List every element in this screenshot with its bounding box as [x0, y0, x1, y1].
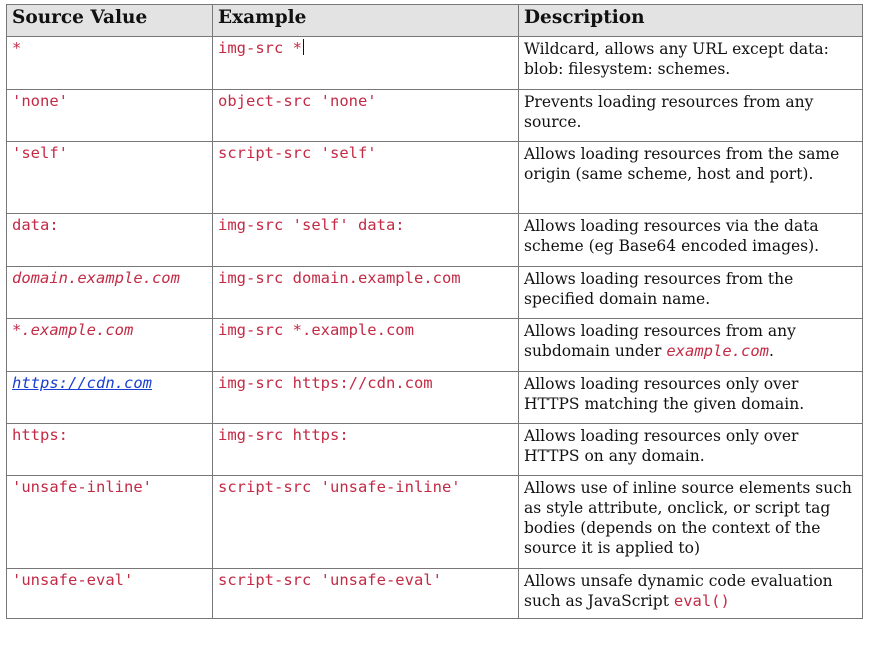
table-row: 'unsafe-inline' script-src 'unsafe-inlin…: [6, 475, 863, 569]
example-cell: img-src domain.example.com: [212, 266, 519, 319]
header-source-value: Source Value: [6, 4, 213, 37]
description-suffix: .: [768, 342, 774, 360]
description-cell: Allows loading resources only over HTTPS…: [518, 371, 863, 424]
source-value-cell: https://cdn.com: [6, 371, 213, 424]
table-row: *.example.com img-src *.example.com Allo…: [6, 318, 863, 372]
table-row: data: img-src 'self' data: Allows loadin…: [6, 213, 863, 267]
source-value-cell: *: [6, 36, 213, 90]
description-cell: Allows loading resources via the data sc…: [518, 213, 863, 267]
header-description: Description: [518, 4, 863, 37]
example-cell: script-src 'unsafe-inline': [212, 475, 519, 569]
example-cell: img-src https://cdn.com: [212, 371, 519, 424]
header-example: Example: [212, 4, 519, 37]
example-text: img-src *: [218, 39, 302, 57]
cdn-link[interactable]: https://cdn.com: [12, 374, 152, 392]
description-cell: Allows unsafe dynamic code evaluation su…: [518, 568, 863, 619]
source-value-cell: domain.example.com: [6, 266, 213, 319]
source-value-cell: 'unsafe-inline': [6, 475, 213, 569]
table-header-row: Source Value Example Description: [6, 4, 863, 37]
description-cell: Allows loading resources from the same o…: [518, 141, 863, 214]
example-cell: script-src 'unsafe-eval': [212, 568, 519, 619]
description-cell: Allows loading resources only over HTTPS…: [518, 423, 863, 476]
source-value-cell: data:: [6, 213, 213, 267]
text-cursor: [303, 39, 304, 55]
example-cell: img-src *.example.com: [212, 318, 519, 372]
source-value-cell: 'self': [6, 141, 213, 214]
table-row: domain.example.com img-src domain.exampl…: [6, 266, 863, 319]
table-row: https://cdn.com img-src https://cdn.com …: [6, 371, 863, 424]
csp-source-table: Source Value Example Description * img-s…: [6, 4, 863, 619]
source-value-cell: https:: [6, 423, 213, 476]
description-cell: Allows use of inline source elements suc…: [518, 475, 863, 569]
inline-code: example.com: [666, 342, 769, 360]
example-cell: object-src 'none': [212, 89, 519, 142]
description-cell: Allows loading resources from any subdom…: [518, 318, 863, 372]
document-page: Source Value Example Description * img-s…: [0, 0, 871, 648]
source-value-cell: *.example.com: [6, 318, 213, 372]
table-row: * img-src * Wildcard, allows any URL exc…: [6, 36, 863, 90]
source-value-cell: 'unsafe-eval': [6, 568, 213, 619]
example-cell: img-src *: [212, 36, 519, 90]
description-cell: Allows loading resources from the specif…: [518, 266, 863, 319]
example-cell: img-src 'self' data:: [212, 213, 519, 267]
description-cell: Wildcard, allows any URL except data: bl…: [518, 36, 863, 90]
example-text: img-src https://cdn.com: [218, 374, 433, 392]
example-cell: img-src https:: [212, 423, 519, 476]
example-cell: script-src 'self': [212, 141, 519, 214]
source-value-cell: 'none': [6, 89, 213, 142]
inline-code: eval(): [673, 592, 730, 610]
table-row: 'self' script-src 'self' Allows loading …: [6, 141, 863, 214]
table-row: 'unsafe-eval' script-src 'unsafe-eval' A…: [6, 568, 863, 619]
table-row: 'none' object-src 'none' Prevents loadin…: [6, 89, 863, 142]
description-cell: Prevents loading resources from any sour…: [518, 89, 863, 142]
table-row: https: img-src https: Allows loading res…: [6, 423, 863, 476]
